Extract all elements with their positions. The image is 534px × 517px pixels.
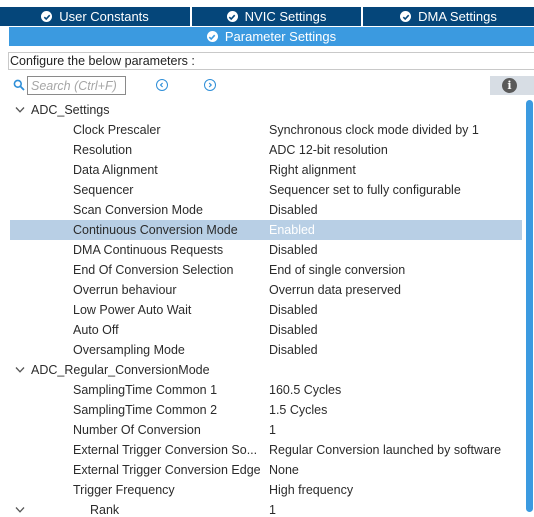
param-name: Sequencer	[73, 183, 134, 197]
param-row-oversampling-mode[interactable]: Oversampling Mode Disabled	[10, 340, 522, 360]
param-row-sequencer[interactable]: Sequencer Sequencer set to fully configu…	[10, 180, 522, 200]
search-icon	[13, 79, 25, 91]
param-name: Scan Conversion Mode	[73, 203, 203, 217]
param-name: SamplingTime Common 2	[73, 403, 218, 417]
param-name: Low Power Auto Wait	[73, 303, 192, 317]
param-value: Disabled	[269, 323, 318, 337]
param-value: High frequency	[269, 483, 354, 497]
param-row-trigger-frequency[interactable]: Trigger Frequency High frequency	[10, 480, 522, 500]
group-adc-settings[interactable]: ADC_Settings	[10, 100, 522, 120]
param-row-auto-off[interactable]: Auto Off Disabled	[10, 320, 522, 340]
param-row-external-trigger-conversion-source[interactable]: External Trigger Conversion So... Regula…	[10, 440, 522, 460]
param-name: End Of Conversion Selection	[73, 263, 234, 277]
search-input[interactable]	[27, 76, 126, 95]
param-value: 160.5 Cycles	[269, 383, 342, 397]
param-value: Right alignment	[269, 163, 356, 177]
param-value: None	[269, 463, 299, 477]
param-name: DMA Continuous Requests	[73, 243, 224, 257]
param-row-samplingtime-common-1[interactable]: SamplingTime Common 1 160.5 Cycles	[10, 380, 522, 400]
param-row-data-alignment[interactable]: Data Alignment Right alignment	[10, 160, 522, 180]
chevron-left-icon	[159, 82, 164, 88]
param-name: Continuous Conversion Mode	[73, 223, 238, 237]
param-value: 1.5 Cycles	[269, 403, 328, 417]
search-next-button[interactable]	[204, 79, 216, 91]
chevron-down-icon	[15, 507, 25, 513]
chevron-down-icon	[15, 107, 25, 113]
param-name: Resolution	[73, 143, 133, 157]
param-row-continuous-conversion-mode[interactable]: Continuous Conversion Mode Enabled	[10, 220, 522, 240]
param-name: External Trigger Conversion So...	[73, 443, 258, 457]
check-circle-icon	[206, 31, 218, 42]
param-value: 1	[269, 423, 276, 437]
param-row-rank[interactable]: Rank 1	[10, 500, 522, 517]
param-value: Disabled	[269, 243, 318, 257]
param-name: Overrun behaviour	[73, 283, 177, 297]
param-value: Disabled	[269, 343, 318, 357]
param-value: Enabled	[269, 223, 315, 237]
param-row-resolution[interactable]: Resolution ADC 12-bit resolution	[10, 140, 522, 160]
tab-label: User Constants	[59, 9, 149, 24]
param-name: Number Of Conversion	[73, 423, 201, 437]
param-row-dma-continuous-requests[interactable]: DMA Continuous Requests Disabled	[10, 240, 522, 260]
param-value: 1	[269, 503, 276, 517]
param-row-samplingtime-common-2[interactable]: SamplingTime Common 2 1.5 Cycles	[10, 400, 522, 420]
param-value: Sequencer set to fully configurable	[269, 183, 461, 197]
configure-label: Configure the below parameters :	[8, 52, 534, 70]
tab-nvic-settings[interactable]: NVIC Settings	[190, 7, 361, 26]
chevron-right-icon	[208, 82, 213, 88]
parameter-tree: ADC_Settings Clock Prescaler Synchronous…	[0, 100, 522, 517]
tab-label: Parameter Settings	[224, 29, 337, 44]
chevron-down-icon	[15, 367, 25, 373]
param-name: External Trigger Conversion Edge	[73, 463, 261, 477]
param-row-low-power-auto-wait[interactable]: Low Power Auto Wait Disabled	[10, 300, 522, 320]
search-toolbar	[8, 75, 534, 97]
param-name: Trigger Frequency	[73, 483, 175, 497]
tab-label: NVIC Settings	[244, 9, 327, 24]
param-value: Regular Conversion launched by software	[269, 443, 502, 457]
param-value: End of single conversion	[269, 263, 406, 277]
check-circle-icon	[41, 11, 53, 22]
group-adc-regular-conversion-mode[interactable]: ADC_Regular_ConversionMode	[10, 360, 522, 380]
param-name: Data Alignment	[73, 163, 158, 177]
scrollbar-thumb[interactable]	[526, 100, 533, 512]
param-row-external-trigger-conversion-edge[interactable]: External Trigger Conversion Edge None	[10, 460, 522, 480]
vertical-scrollbar[interactable]	[525, 100, 534, 517]
info-button[interactable]: i	[490, 76, 534, 95]
param-name: Clock Prescaler	[73, 123, 161, 137]
tab-dma-settings[interactable]: DMA Settings	[361, 7, 534, 26]
check-circle-icon	[226, 11, 238, 22]
tab-parameter-settings[interactable]: Parameter Settings	[9, 27, 534, 46]
param-row-number-of-conversion[interactable]: Number Of Conversion 1	[10, 420, 522, 440]
check-circle-icon	[400, 11, 412, 22]
tab-label: DMA Settings	[418, 9, 497, 24]
tab-user-constants[interactable]: User Constants	[0, 7, 190, 26]
param-value: Overrun data preserved	[269, 283, 402, 297]
param-row-scan-conversion-mode[interactable]: Scan Conversion Mode Disabled	[10, 200, 522, 220]
tab-bar: User Constants NVIC Settings DMA Setting…	[0, 7, 534, 26]
param-name: SamplingTime Common 1	[73, 383, 218, 397]
param-row-overrun-behaviour[interactable]: Overrun behaviour Overrun data preserved	[10, 280, 522, 300]
param-value: Disabled	[269, 303, 318, 317]
group-label: ADC_Settings	[31, 103, 110, 117]
param-row-end-of-conversion-selection[interactable]: End Of Conversion Selection End of singl…	[10, 260, 522, 280]
param-value: Synchronous clock mode divided by 1	[269, 123, 479, 137]
param-name: Auto Off	[73, 323, 119, 337]
param-name: Rank	[90, 503, 120, 517]
param-name: Oversampling Mode	[73, 343, 185, 357]
search-previous-button[interactable]	[156, 79, 168, 91]
info-icon: i	[502, 78, 517, 93]
param-value: ADC 12-bit resolution	[269, 143, 388, 157]
group-label: ADC_Regular_ConversionMode	[31, 363, 210, 377]
param-row-clock-prescaler[interactable]: Clock Prescaler Synchronous clock mode d…	[10, 120, 522, 140]
param-value: Disabled	[269, 203, 318, 217]
